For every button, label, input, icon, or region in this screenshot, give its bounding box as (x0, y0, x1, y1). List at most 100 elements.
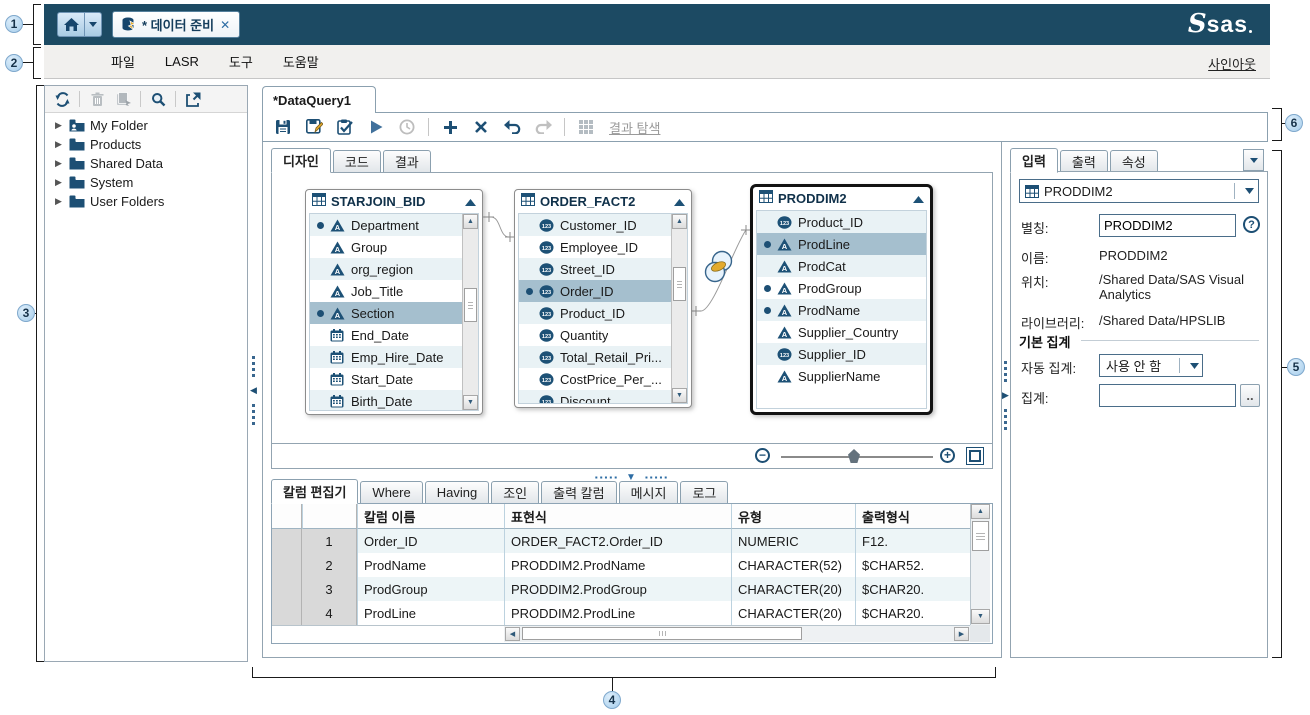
add-icon[interactable] (440, 117, 460, 137)
diagram-column-row[interactable]: 123Product_ID (757, 211, 926, 233)
diagram-column-row[interactable]: 123Employee_ID (519, 236, 687, 258)
row-gutter[interactable] (272, 577, 302, 601)
zoom-slider-thumb[interactable] (848, 449, 860, 463)
bottom-tab-메시지[interactable]: 메시지 (619, 481, 679, 504)
zoom-out-icon[interactable]: − (755, 448, 770, 463)
tree-expander-icon[interactable]: ▶ (55, 139, 64, 150)
grid-cell[interactable]: $CHAR20. (855, 601, 970, 625)
save-icon[interactable] (273, 117, 293, 137)
left-pane-splitter[interactable]: ◀ (250, 330, 257, 450)
grid-cell[interactable]: $CHAR20. (855, 577, 970, 601)
grid-cell[interactable]: PRODDIM2.ProdName (504, 553, 731, 577)
grid-vertical-scrollbar[interactable]: ▲ ▼ (970, 504, 990, 625)
tree-expander-icon[interactable]: ▶ (55, 158, 64, 169)
tree-expander-icon[interactable]: ▶ (55, 196, 64, 207)
row-gutter[interactable] (272, 553, 302, 577)
tree-item-user-folders[interactable]: ▶User Folders (45, 192, 247, 211)
undo-icon[interactable] (502, 117, 522, 137)
tree-item-my-folder[interactable]: ▶My Folder (45, 116, 247, 135)
tree-item-system[interactable]: ▶System (45, 173, 247, 192)
diagram-column-row[interactable]: AProdName (757, 299, 926, 321)
view-tab-코드[interactable]: 코드 (333, 150, 381, 173)
signout-link[interactable]: 사인아웃 (1208, 54, 1256, 73)
collapse-left-icon[interactable]: ◀ (250, 386, 257, 395)
grid-cell[interactable]: PRODDIM2.ProdLine (504, 601, 731, 625)
grid-cell[interactable]: ORDER_FACT2.Order_ID (504, 529, 731, 553)
bottom-tab-Having[interactable]: Having (425, 481, 489, 504)
aggregation-browse-button[interactable]: .. (1240, 384, 1260, 407)
grid-cell[interactable]: ProdLine (357, 601, 504, 625)
diagram-table-STARJOIN_BID[interactable]: STARJOIN_BIDADepartmentAGroupAorg_region… (305, 189, 483, 415)
menu-item-도움말[interactable]: 도움말 (268, 52, 334, 71)
diagram-table-header[interactable]: PRODDIM2 (753, 187, 930, 209)
collapse-icon[interactable] (465, 194, 476, 209)
redo-icon[interactable] (533, 117, 553, 137)
diagram-column-row[interactable]: Start_Date (310, 368, 478, 390)
query-document-tab[interactable]: *DataQuery1 (262, 86, 376, 113)
table-scrollbar[interactable]: ▲ ▼ (462, 214, 478, 410)
diagram-column-row[interactable]: 123Product_ID (519, 302, 687, 324)
panel-menu-button[interactable] (1243, 149, 1264, 171)
scroll-down-icon[interactable]: ▼ (463, 395, 478, 410)
diagram-column-row[interactable]: 123Supplier_ID (757, 343, 926, 365)
diagram-column-row[interactable]: 123Discount (519, 390, 687, 404)
home-menu-arrow[interactable] (85, 12, 102, 37)
close-icon[interactable]: ✕ (220, 18, 230, 32)
diagram-column-row[interactable]: ADepartment (310, 214, 478, 236)
home-button[interactable] (57, 12, 85, 37)
menu-item-LASR[interactable]: LASR (150, 54, 214, 69)
tree-expander-icon[interactable]: ▶ (55, 177, 64, 188)
scroll-right-icon[interactable]: ▶ (954, 627, 969, 641)
run-icon[interactable] (366, 117, 386, 137)
grid-cell[interactable]: F12. (855, 529, 970, 553)
diagram-table-PRODDIM2[interactable]: PRODDIM2123Product_IDAProdLineAProdCatAP… (750, 184, 933, 415)
right-tab-속성[interactable]: 속성 (1110, 150, 1158, 173)
diagram-table-header[interactable]: ORDER_FACT2 (515, 190, 691, 212)
scroll-up-icon[interactable]: ▲ (971, 504, 990, 519)
scrollbar-thumb[interactable] (673, 267, 686, 301)
scrollbar-thumb[interactable] (972, 521, 989, 551)
tree-item-shared-data[interactable]: ▶Shared Data (45, 154, 247, 173)
export-icon[interactable] (184, 90, 202, 108)
collapse-icon[interactable] (674, 194, 685, 209)
search-icon[interactable] (149, 90, 167, 108)
menu-item-도구[interactable]: 도구 (214, 52, 268, 71)
bottom-tab-Where[interactable]: Where (360, 481, 422, 504)
grid-cell[interactable]: Order_ID (357, 529, 504, 553)
right-tab-출력[interactable]: 출력 (1060, 150, 1108, 173)
help-icon[interactable]: ? (1243, 216, 1260, 233)
diagram-column-row[interactable]: 123Street_ID (519, 258, 687, 280)
diagram-column-row[interactable]: AProdCat (757, 255, 926, 277)
diagram-table-ORDER_FACT2[interactable]: ORDER_FACT2123Customer_ID123Employee_ID1… (514, 189, 692, 408)
import-icon[interactable] (114, 90, 132, 108)
delete-icon[interactable] (88, 90, 106, 108)
grid-cell[interactable]: CHARACTER(20) (731, 601, 855, 625)
scroll-up-icon[interactable]: ▲ (463, 214, 478, 229)
right-tab-입력[interactable]: 입력 (1010, 148, 1058, 173)
diagram-column-row[interactable]: ASupplier_Country (757, 321, 926, 343)
menu-item-파일[interactable]: 파일 (96, 52, 150, 71)
right-pane-splitter[interactable]: ▶ (1002, 335, 1009, 455)
scrollbar-thumb[interactable] (522, 627, 802, 640)
diagram-column-row[interactable]: 123Total_Retail_Pri... (519, 346, 687, 368)
diagram-column-row[interactable]: AProdGroup (757, 277, 926, 299)
grid-cell[interactable]: NUMERIC (731, 529, 855, 553)
diagram-column-row[interactable]: End_Date (310, 324, 478, 346)
grid-cell[interactable]: ProdName (357, 553, 504, 577)
grid-row[interactable]: 2ProdNamePRODDIM2.ProdNameCHARACTER(52)$… (272, 553, 992, 577)
expand-right-icon[interactable]: ▶ (1002, 391, 1009, 400)
diagram-column-row[interactable]: AProdLine (757, 233, 926, 255)
scroll-down-icon[interactable]: ▼ (971, 609, 990, 624)
row-gutter[interactable] (272, 601, 302, 625)
grid-cell[interactable]: PRODDIM2.ProdGroup (504, 577, 731, 601)
diagram-column-row[interactable]: 123CostPrice_Per_... (519, 368, 687, 390)
diagram-table-header[interactable]: STARJOIN_BID (306, 190, 482, 212)
diagram-column-row[interactable]: 123Customer_ID (519, 214, 687, 236)
table-scrollbar[interactable]: ▲ ▼ (671, 214, 687, 403)
bottom-tab-출력-칼럼[interactable]: 출력 칼럼 (541, 481, 616, 504)
schedule-icon[interactable] (397, 117, 417, 137)
diagram-column-row[interactable]: Aorg_region (310, 258, 478, 280)
aggregation-input[interactable] (1099, 384, 1236, 407)
app-document-tab[interactable]: * 데이터 준비 ✕ (112, 11, 240, 38)
bottom-tab-칼럼-편집기[interactable]: 칼럼 편집기 (271, 479, 358, 504)
